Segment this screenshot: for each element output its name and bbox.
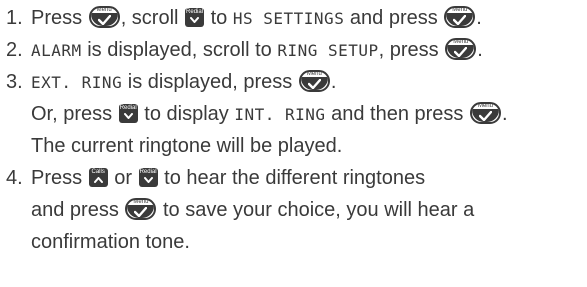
redial-key-icon: Redial: [118, 103, 138, 123]
lcd-text-int-ring: INT. RING: [234, 105, 326, 124]
calls-key-label: Calls: [91, 168, 105, 175]
redial-key-label: Redial: [139, 168, 157, 175]
redial-key-label: Redial: [119, 104, 137, 111]
check-icon: [478, 111, 492, 122]
step-text: .: [501, 103, 508, 125]
check-icon: [307, 79, 321, 90]
redial-key-label: Redial: [186, 8, 204, 15]
step-3-line-3: The current ringtone will be played.: [6, 130, 587, 162]
step-text: to display: [144, 103, 229, 125]
step-text: to hear the different ringtones: [164, 167, 426, 189]
chevron-down-icon: [190, 16, 200, 23]
step-text: .: [476, 7, 482, 29]
chevron-down-icon: [123, 112, 133, 119]
menu-key-icon: Menu: [469, 102, 501, 125]
step-text: .: [477, 39, 483, 61]
redial-key-icon: Redial: [138, 167, 158, 187]
step-text: and press: [31, 199, 119, 221]
step-text: is displayed, press: [127, 71, 293, 93]
step-number: 1.: [6, 7, 23, 29]
step-text: Or, press: [31, 103, 113, 125]
step-text: to: [210, 7, 228, 29]
step-1-line-1: 1. Press Menu , scroll Redial to HS SETTIN…: [6, 2, 587, 34]
step-text: Press: [31, 7, 83, 29]
lcd-text-alarm: ALARM: [31, 41, 82, 60]
menu-key-icon: Menu: [445, 38, 477, 61]
check-icon: [97, 15, 111, 26]
step-4-line-1: 4. Press Calls or Redial to hear the diff…: [6, 162, 587, 194]
check-icon: [134, 207, 148, 218]
calls-key-icon: Calls: [88, 167, 108, 187]
step-text: confirmation tone.: [31, 231, 190, 253]
step-text: Press: [31, 167, 83, 189]
menu-key-label: Menu: [452, 7, 468, 14]
menu-key-icon: Menu: [444, 6, 476, 29]
step-4-line-2: and press Menu to save your choice, you …: [6, 194, 587, 226]
step-2-line-1: 2. ALARM is displayed, scroll to RING SET…: [6, 34, 587, 66]
lcd-text-ring-setup: RING SETUP: [277, 41, 379, 60]
step-text: to save your choice, you will hear a: [162, 199, 475, 221]
lcd-text-hs-settings: HS SETTINGS: [232, 9, 345, 28]
menu-key-icon: Menu: [298, 70, 330, 93]
chevron-up-icon: [93, 176, 103, 183]
step-3-line-1: 3. EXT. RING is displayed, press Menu.: [6, 66, 587, 98]
step-text: and then press: [331, 103, 464, 125]
step-number: 2.: [6, 39, 23, 61]
step-number: 4.: [6, 167, 23, 189]
chevron-down-icon: [143, 176, 153, 183]
step-text: .: [330, 71, 337, 93]
step-text: , scroll: [120, 7, 179, 29]
instruction-steps: 1. Press Menu , scroll Redial to HS SETTIN…: [0, 0, 587, 258]
menu-key-label: Menu: [453, 39, 469, 46]
step-3-line-2: Or, press Redial to display INT. RING an…: [6, 98, 587, 130]
menu-key-label: Menu: [477, 103, 493, 110]
redial-key-icon: Redial: [185, 7, 205, 27]
menu-key-label: Menu: [306, 71, 322, 78]
menu-key-icon: Menu: [88, 6, 120, 29]
step-number: 3.: [6, 71, 23, 93]
step-text: and press: [349, 7, 438, 29]
step-4-line-3: confirmation tone.: [6, 226, 587, 258]
menu-key-label: Menu: [133, 199, 149, 206]
menu-key-icon: Menu: [125, 198, 157, 221]
lcd-text-ext-ring: EXT. RING: [31, 73, 123, 92]
check-icon: [454, 47, 468, 58]
check-icon: [453, 15, 467, 26]
menu-key-label: Menu: [96, 7, 112, 14]
step-text: or: [114, 167, 133, 189]
step-text: The current ringtone will be played.: [31, 135, 343, 157]
step-text: , press: [378, 39, 439, 61]
step-text: is displayed, scroll to: [87, 39, 272, 61]
